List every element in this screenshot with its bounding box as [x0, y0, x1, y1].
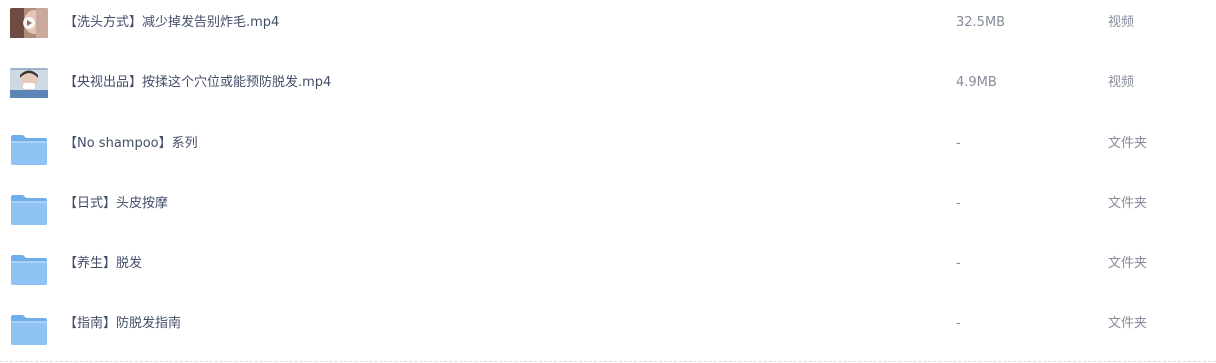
file-size: -	[956, 196, 961, 211]
file-name[interactable]: 【央视出品】按揉这个穴位或能预防脱发.mp4	[64, 60, 331, 106]
file-row-video-2[interactable]: 【央视出品】按揉这个穴位或能预防脱发.mp4 4.9MB 视频	[0, 60, 1216, 120]
file-row-folder-2[interactable]: 【日式】头皮按摩 - 文件夹	[0, 180, 1216, 240]
file-row-folder-1[interactable]: 【No shampoo】系列 - 文件夹	[0, 120, 1216, 180]
folder-name[interactable]: 【日式】头皮按摩	[64, 180, 168, 228]
folder-name[interactable]: 【指南】防脱发指南	[64, 300, 181, 348]
file-type: 视频	[1108, 75, 1135, 90]
file-size: 4.9MB	[956, 75, 997, 90]
folder-name[interactable]: 【No shampoo】系列	[64, 120, 198, 168]
file-name[interactable]: 【洗头方式】减少掉发告别炸毛.mp4	[64, 0, 279, 46]
folder-icon[interactable]	[10, 314, 48, 346]
folder-icon[interactable]	[10, 194, 48, 226]
file-size: 32.5MB	[956, 15, 1006, 30]
file-row-folder-4[interactable]: 【指南】防脱发指南 - 文件夹	[0, 300, 1216, 360]
file-type: 文件夹	[1108, 196, 1148, 211]
file-list: 【洗头方式】减少掉发告别炸毛.mp4 32.5MB 视频 【央视出品】按揉这个穴…	[0, 0, 1216, 363]
file-size: -	[956, 136, 961, 151]
video-thumbnail-icon[interactable]	[10, 8, 48, 40]
file-row-video-1[interactable]: 【洗头方式】减少掉发告别炸毛.mp4 32.5MB 视频	[0, 0, 1216, 60]
folder-icon[interactable]	[10, 134, 48, 166]
file-size: -	[956, 316, 961, 331]
file-type: 视频	[1108, 15, 1135, 30]
list-divider	[0, 361, 1216, 362]
file-size: -	[956, 256, 961, 271]
file-type: 文件夹	[1108, 316, 1148, 331]
folder-icon[interactable]	[10, 254, 48, 286]
file-row-folder-3[interactable]: 【养生】脱发 - 文件夹	[0, 240, 1216, 300]
folder-name[interactable]: 【养生】脱发	[64, 240, 142, 288]
file-type: 文件夹	[1108, 136, 1148, 151]
video-thumbnail-icon[interactable]	[10, 68, 48, 100]
file-type: 文件夹	[1108, 256, 1148, 271]
